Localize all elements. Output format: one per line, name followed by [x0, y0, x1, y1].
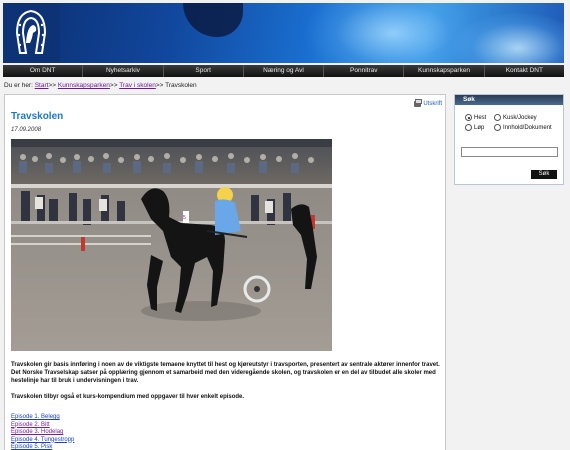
header-horse-graphic — [183, 3, 243, 37]
nav-item-nyhetsarkiv[interactable]: Nyhetsarkiv — [83, 65, 164, 77]
nav-item-ponnitrav[interactable]: Ponnitrav — [324, 65, 405, 77]
radio-label: Løp — [474, 124, 485, 131]
print-label: Utskrift — [423, 101, 442, 107]
article-paragraph: Travskolen tilbyr også et kurs-kompendiu… — [11, 394, 245, 400]
radio-unselected-icon[interactable] — [494, 114, 501, 121]
dnt-logo[interactable] — [3, 3, 60, 63]
list-item: Episode 4. Tungestropp — [11, 437, 74, 445]
list-item: Episode 1. Belegg — [11, 414, 74, 422]
article-paragraph: Travskolen gir basis innføring i noen av… — [11, 362, 440, 384]
breadcrumb-link-start[interactable]: Start — [35, 82, 49, 89]
breadcrumb-link-trav-i-skolen[interactable]: Trav i skolen — [119, 82, 156, 89]
episode-link[interactable]: Episode 1. Belegg — [11, 414, 60, 420]
list-item: Episode 5. Pisk — [11, 444, 74, 450]
article-panel: Utskrift Travskolen 17.09.2008 5 Travsko… — [4, 94, 446, 450]
search-input[interactable] — [461, 147, 558, 157]
radio-hest[interactable]: Hest — [465, 114, 486, 121]
printer-icon — [414, 99, 423, 107]
breadcrumb-link-kunnskapsparken[interactable]: Kunnskapsparken — [58, 82, 110, 89]
nav-item-sport[interactable]: Sport — [163, 65, 244, 77]
main-navigation: Om DNT Nyhetsarkiv Sport Næring og Avl P… — [3, 65, 564, 77]
nav-item-om-dnt[interactable]: Om DNT — [3, 65, 84, 77]
episode-link[interactable]: Episode 4. Tungestropp — [11, 437, 74, 443]
print-link[interactable]: Utskrift — [414, 99, 442, 107]
episode-link[interactable]: Episode 5. Pisk — [11, 444, 52, 450]
search-heading: Søk — [455, 95, 563, 105]
svg-text:5: 5 — [183, 215, 186, 221]
radio-label: Kusk/Jockey — [503, 114, 537, 121]
breadcrumb-prefix: Du er her: — [4, 82, 33, 89]
harness-racing-photo: 5 — [11, 139, 332, 351]
radio-label: Hest — [474, 114, 487, 121]
nav-item-kunnskapsparken[interactable]: Kunnskapsparken — [404, 65, 485, 77]
episode-link[interactable]: Episode 2. Bitt — [11, 422, 50, 428]
breadcrumb: Du er her: Start>> Kunnskapsparken>> Tra… — [4, 82, 197, 89]
breadcrumb-current: Travskolen — [165, 82, 197, 89]
page-title: Travskolen — [11, 111, 64, 122]
nav-item-kontakt-dnt[interactable]: Kontakt DNT — [484, 65, 564, 77]
nav-item-naering-og-avl[interactable]: Næring og Avl — [243, 65, 325, 77]
radio-kusk-jockey[interactable]: Kusk/Jockey — [494, 114, 537, 121]
radio-innhold-dokument[interactable]: Innhold/Dokument — [494, 124, 552, 131]
list-item: Episode 2. Bitt — [11, 422, 74, 430]
radio-unselected-icon[interactable] — [465, 124, 472, 131]
episode-link[interactable]: Episode 3. Hodelag — [11, 429, 63, 435]
radio-label: Innhold/Dokument — [503, 124, 552, 131]
radio-selected-icon[interactable] — [465, 114, 472, 121]
breadcrumb-separator: >> — [109, 82, 118, 89]
episode-list: Episode 1. Belegg Episode 2. Bitt Episod… — [11, 414, 74, 450]
radio-unselected-icon[interactable] — [494, 124, 501, 131]
article-body: Travskolen gir basis innføring i noen av… — [11, 361, 443, 409]
search-box: Søk Hest Kusk/Jockey Løp Innhold/Dokumen… — [454, 94, 564, 185]
breadcrumb-separator: >> — [48, 82, 57, 89]
radio-lop[interactable]: Løp — [465, 124, 484, 131]
site-header — [3, 3, 564, 63]
list-item: Episode 3. Hodelag — [11, 429, 74, 437]
horseshoe-logo-icon — [15, 9, 47, 54]
search-button[interactable]: Søk — [531, 170, 557, 179]
breadcrumb-separator: >> — [155, 82, 164, 89]
article-date: 17.09.2008 — [11, 127, 42, 133]
